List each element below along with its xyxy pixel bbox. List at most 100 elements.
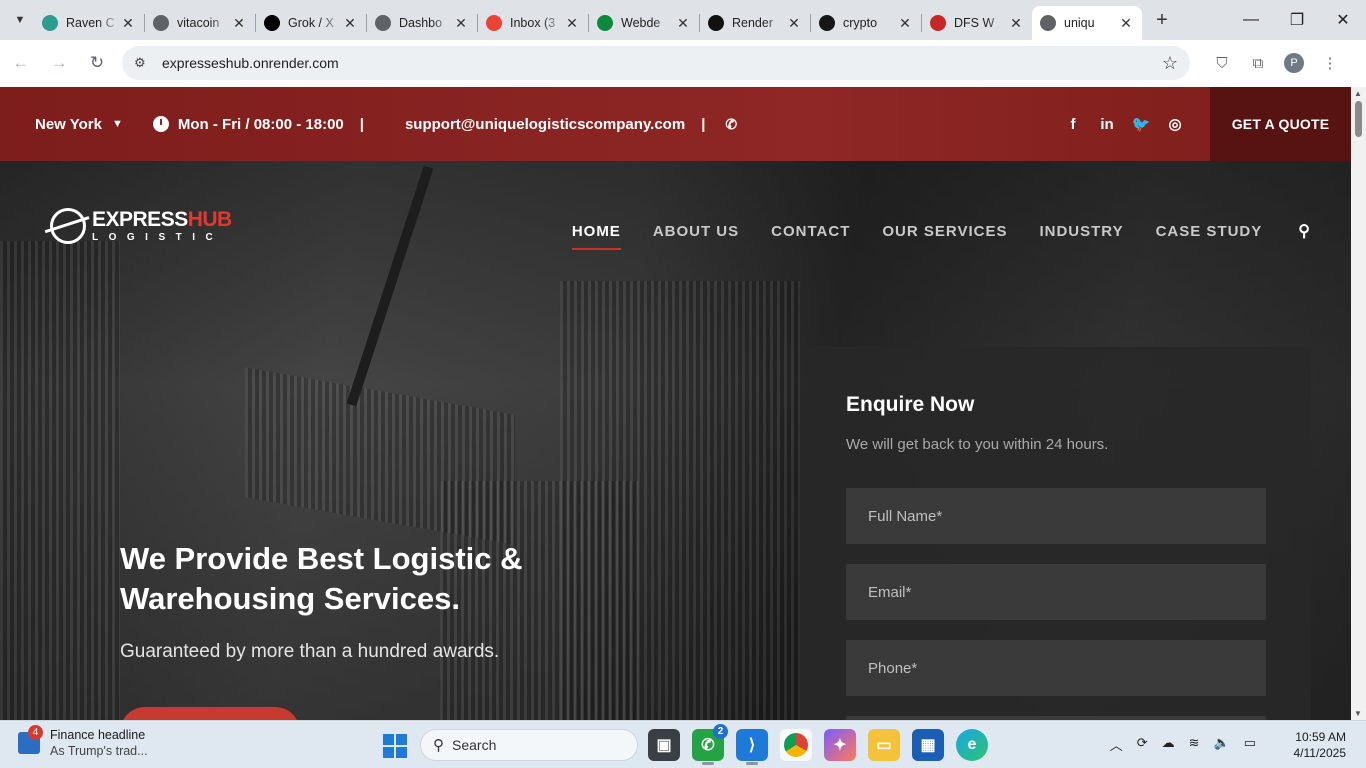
close-tab-icon[interactable]: ✕ <box>564 15 580 32</box>
browser-tab[interactable]: DFS W ✕ <box>922 6 1032 40</box>
phone-field[interactable] <box>846 640 1266 696</box>
tab-title: Inbox (3 <box>510 16 556 30</box>
gmail-icon <box>486 15 502 31</box>
scroll-up-icon[interactable]: ▲ <box>1354 89 1362 98</box>
clock-icon <box>152 116 169 132</box>
whatsapp-icon[interactable]: ✆ 2 <box>692 724 728 765</box>
get-a-quote-button[interactable]: GET A QUOTE <box>1210 87 1351 161</box>
extensions-icon[interactable]: ⧉ <box>1240 46 1276 80</box>
site-topbar: New York ▼ Mon - Fri / 08:00 - 18:00 | s… <box>0 87 1351 161</box>
nav-about-us[interactable]: ABOUT US <box>653 223 739 240</box>
hero-section: EXPRESSHUB LOGISTIC HOME ABOUT US CONTAC… <box>0 161 1351 720</box>
task-view-icon[interactable]: ▣ <box>648 729 680 761</box>
minimize-icon[interactable]: — <box>1228 0 1274 40</box>
nav-industry[interactable]: INDUSTRY <box>1039 223 1123 240</box>
close-tab-icon[interactable]: ✕ <box>675 15 691 32</box>
close-tab-icon[interactable]: ✕ <box>1118 15 1134 32</box>
tab-title: Dashbo <box>399 16 443 30</box>
hero-headline: We Provide Best Logistic & Warehousing S… <box>120 541 523 616</box>
phone-icon[interactable]: ✆ <box>725 116 737 133</box>
chevron-up-icon[interactable]: ︿ <box>1110 735 1123 754</box>
search-icon[interactable]: ⚲ <box>1298 221 1311 241</box>
enquiry-title: Enquire Now <box>846 393 975 416</box>
caret-down-icon: ▼ <box>111 118 123 130</box>
close-tab-icon[interactable]: ✕ <box>120 15 136 32</box>
close-tab-icon[interactable]: ✕ <box>453 15 469 32</box>
browser-tab[interactable]: Webde ✕ <box>589 6 699 40</box>
wifi-icon[interactable]: ≋ <box>1189 735 1200 754</box>
site-logo[interactable]: EXPRESSHUB LOGISTIC <box>50 208 232 244</box>
news-badge: 4 <box>28 725 43 740</box>
globe-icon <box>375 15 391 31</box>
store-icon[interactable]: ▦ <box>912 729 944 761</box>
browser-tab[interactable]: vitacoin ✕ <box>145 6 255 40</box>
opening-hours: Mon - Fri / 08:00 - 18:00 <box>177 115 344 133</box>
nav-home[interactable]: HOME <box>571 223 621 250</box>
close-tab-icon[interactable]: ✕ <box>1008 15 1024 32</box>
tab-search-button[interactable]: ▼ <box>6 6 34 34</box>
page-scrollbar[interactable]: ▲ ▼ <box>1351 87 1366 720</box>
scrollbar-thumb[interactable] <box>1355 101 1362 137</box>
email-field[interactable] <box>846 564 1266 620</box>
facebook-icon[interactable]: f <box>1065 116 1081 133</box>
new-tab-button[interactable]: + <box>1148 6 1176 34</box>
hero-cta-button[interactable] <box>120 707 300 720</box>
nav-contact[interactable]: CONTACT <box>771 223 850 240</box>
file-explorer-icon[interactable]: ▭ <box>868 729 900 761</box>
close-tab-icon[interactable]: ✕ <box>786 15 802 32</box>
chrome-icon[interactable] <box>780 729 812 761</box>
full-name-field[interactable] <box>846 488 1266 544</box>
start-button[interactable] <box>383 734 407 758</box>
site-info-icon[interactable]: ⚙ <box>134 55 156 71</box>
news-widget[interactable]: 4 Finance headline As Trump's trad... <box>18 725 148 759</box>
close-tab-icon[interactable]: ✕ <box>231 15 247 32</box>
taskbar-clock[interactable]: 10:59 AM 4/11/2025 <box>1294 729 1347 761</box>
enquiry-form: Enquire Now We will get back to you with… <box>800 347 1311 720</box>
system-tray: ︿ ⟳ ☁ ≋ 🔈 ▭ <box>1110 735 1256 754</box>
update-icon[interactable]: ⟳ <box>1137 735 1148 754</box>
shield-extension-icon[interactable]: ⛉ <box>1204 46 1240 80</box>
address-url[interactable]: expresseshub.onrender.com <box>162 55 1162 71</box>
tab-list: Raven C ✕ vitacoin ✕ Grok / X ✕ Dashbo ✕ Inbox (… <box>34 0 1142 40</box>
browser-tab[interactable]: Grok / X ✕ <box>256 6 366 40</box>
nav-case-study[interactable]: CASE STUDY <box>1156 223 1263 240</box>
linkedin-icon[interactable]: in <box>1099 116 1115 133</box>
city-selector[interactable]: New York ▼ <box>35 116 123 133</box>
back-icon[interactable]: ← <box>4 46 38 80</box>
vscode-icon[interactable]: ⟩ <box>736 729 768 765</box>
battery-icon[interactable]: ▭ <box>1244 735 1256 754</box>
onedrive-icon[interactable]: ☁ <box>1162 735 1175 754</box>
bookmark-star-icon[interactable]: ☆ <box>1162 53 1178 74</box>
logo-brand-hub: HUB <box>187 208 233 231</box>
taskbar-search[interactable]: ⚲ Search <box>420 729 638 761</box>
menu-kebab-icon[interactable]: ⋮ <box>1312 46 1348 80</box>
edge-icon[interactable]: e <box>956 729 988 761</box>
twitter-icon[interactable]: 🐦 <box>1132 116 1151 133</box>
instagram-icon[interactable]: ◎ <box>1167 116 1183 133</box>
browser-tab[interactable]: uniqu ✕ <box>1032 6 1142 40</box>
profile-avatar[interactable]: P <box>1284 53 1304 73</box>
browser-tab[interactable]: Raven C ✕ <box>34 6 144 40</box>
browser-tab[interactable]: Dashbo ✕ <box>367 6 477 40</box>
close-tab-icon[interactable]: ✕ <box>342 15 358 32</box>
restore-icon[interactable]: ❐ <box>1274 0 1320 40</box>
github-icon <box>819 15 835 31</box>
scroll-down-icon[interactable]: ▼ <box>1354 709 1362 718</box>
copilot-icon[interactable]: ✦ <box>824 729 856 761</box>
tab-title: Webde <box>621 16 661 30</box>
browser-tab[interactable]: crypto ✕ <box>811 6 921 40</box>
browser-tab[interactable]: Render ✕ <box>700 6 810 40</box>
forward-icon[interactable]: → <box>42 46 76 80</box>
address-bar[interactable]: ⚙ expresseshub.onrender.com ☆ <box>122 46 1190 80</box>
dfs-icon <box>930 15 946 31</box>
social-links: f in 🐦 ◎ <box>1065 116 1183 134</box>
browser-toolbar: ← → ↻ ⚙ expresseshub.onrender.com ☆ ⛉ ⧉ … <box>0 40 1366 86</box>
reload-icon[interactable]: ↻ <box>80 46 114 80</box>
nav-our-services[interactable]: OUR SERVICES <box>882 223 1007 240</box>
logo-subtitle: LOGISTIC <box>92 232 224 243</box>
close-tab-icon[interactable]: ✕ <box>897 15 913 32</box>
volume-icon[interactable]: 🔈 <box>1214 735 1230 754</box>
browser-tab[interactable]: Inbox (3 ✕ <box>478 6 588 40</box>
close-window-icon[interactable]: ✕ <box>1320 0 1366 40</box>
support-email[interactable]: support@uniquelogisticscompany.com <box>405 116 685 133</box>
